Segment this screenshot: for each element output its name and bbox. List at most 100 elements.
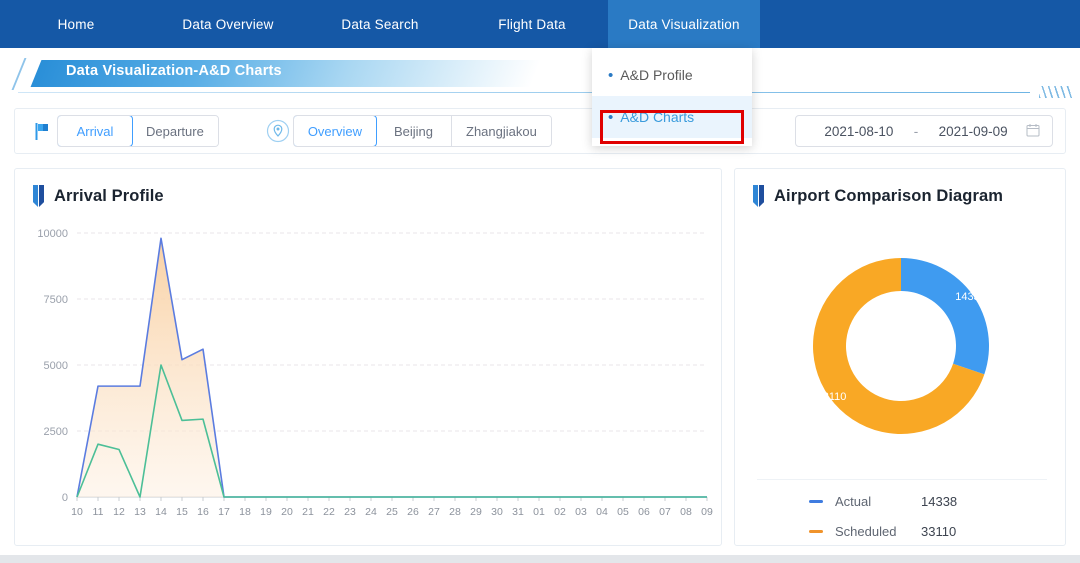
window-bottom-strip (0, 555, 1080, 563)
location-pin-icon (263, 119, 293, 143)
legend-row-scheduled: Scheduled 33110 (757, 516, 1047, 546)
nav-label: Data Search (341, 16, 419, 32)
svg-text:05: 05 (617, 506, 629, 518)
svg-text:17: 17 (218, 506, 230, 518)
dropdown-item-ad-profile[interactable]: • A&D Profile (592, 54, 752, 96)
svg-text:29: 29 (470, 506, 482, 518)
svg-text:22: 22 (323, 506, 335, 518)
segment-departure[interactable]: Departure (132, 116, 218, 146)
legend-label: Scheduled (835, 523, 897, 539)
airport-comparison-title: Airport Comparison Diagram (774, 186, 1004, 205)
svg-text:20: 20 (281, 506, 293, 518)
svg-text:07: 07 (659, 506, 671, 518)
dropdown-item-ad-charts[interactable]: • A&D Charts (592, 96, 752, 138)
svg-text:18: 18 (239, 506, 251, 518)
direction-segmented-control: Arrival Departure (57, 115, 219, 147)
top-navbar: Home Data Overview Data Search Flight Da… (0, 0, 1080, 48)
svg-text:23: 23 (344, 506, 356, 518)
svg-text:30: 30 (491, 506, 503, 518)
date-range-picker[interactable]: 2021-08-10 - 2021-09-09 (795, 115, 1053, 147)
svg-text:15: 15 (176, 506, 188, 518)
segment-label: Beijing (393, 123, 434, 139)
bookmark-icon (33, 185, 45, 207)
legend-swatch (809, 499, 823, 503)
svg-text:24: 24 (365, 506, 377, 518)
arrival-profile-title: Arrival Profile (54, 186, 164, 205)
svg-text:25: 25 (386, 506, 398, 518)
arrival-profile-panel: Arrival Profile 0 2500 5000 7500 10000 10 11 12… (14, 168, 722, 546)
svg-text:11: 11 (93, 506, 104, 518)
svg-text:13: 13 (134, 506, 146, 518)
svg-text:06: 06 (638, 506, 650, 518)
nav-label: Flight Data (498, 16, 566, 32)
svg-text:27: 27 (428, 506, 440, 518)
svg-text:01: 01 (533, 506, 545, 518)
legend-label: Actual (835, 493, 872, 509)
svg-text:5000: 5000 (44, 360, 68, 372)
nav-item-data-search[interactable]: Data Search (304, 0, 456, 48)
nav-label: Data Overview (182, 16, 274, 32)
calendar-icon[interactable] (1026, 123, 1040, 140)
dropdown-item-label: A&D Profile (620, 67, 693, 83)
svg-text:02: 02 (554, 506, 566, 518)
svg-text:33110: 33110 (817, 391, 847, 403)
segment-beijing[interactable]: Beijing (376, 116, 452, 146)
legend-value: 33110 (921, 523, 957, 539)
svg-text:28: 28 (449, 506, 461, 518)
airport-comparison-panel: Airport Comparison Diagram 14338 33110 Ac… (734, 168, 1066, 546)
svg-text:04: 04 (596, 506, 608, 518)
svg-text:16: 16 (197, 506, 209, 518)
svg-text:26: 26 (407, 506, 419, 518)
svg-text:10000: 10000 (37, 228, 68, 240)
page-title-bar: Data Visualization-A&D Charts (0, 48, 1080, 100)
svg-text:10: 10 (71, 506, 83, 518)
filter-toolbar: Arrival Departure Overview Beijing Zhang… (14, 108, 1066, 154)
page-title: Data Visualization-A&D Charts (66, 63, 282, 79)
title-ribbon: Data Visualization-A&D Charts (11, 58, 542, 90)
svg-text:31: 31 (512, 506, 524, 518)
airport-segmented-control: Overview Beijing Zhangjiakou (292, 115, 552, 147)
svg-text:03: 03 (575, 506, 587, 518)
legend-row-actual: Actual 14338 (757, 486, 1047, 516)
svg-text:09: 09 (701, 506, 713, 518)
arrival-profile-header: Arrival Profile (15, 169, 721, 207)
data-visualization-dropdown: • A&D Profile • A&D Charts (592, 48, 752, 146)
segment-zhangjiakou[interactable]: Zhangjiakou (452, 116, 551, 146)
svg-text:14338: 14338 (955, 291, 986, 303)
airport-comparison-header: Airport Comparison Diagram (735, 169, 1065, 207)
dropdown-item-label: A&D Charts (620, 109, 695, 125)
bullet-icon: • (608, 108, 614, 126)
svg-text:7500: 7500 (44, 294, 68, 306)
line-chart-svg: 0 2500 5000 7500 10000 10 11 12 13 14 15 16 17 18 19 20… (37, 228, 713, 518)
segment-label: Departure (146, 123, 204, 139)
date-range-separator: - (913, 123, 919, 139)
svg-text:12: 12 (113, 506, 125, 518)
nav-item-data-visualization[interactable]: Data Visualization (608, 0, 760, 48)
segment-label: Overview (307, 123, 362, 139)
bullet-icon: • (608, 66, 614, 84)
nav-item-flight-data[interactable]: Flight Data (456, 0, 608, 48)
nav-label: Data Visualization (628, 16, 740, 32)
svg-text:2500: 2500 (44, 426, 68, 438)
arrival-profile-chart: 0 2500 5000 7500 10000 10 11 12 13 14 15 16 17 18 19 20… (15, 215, 723, 545)
legend-swatch (809, 529, 823, 533)
svg-text:19: 19 (260, 506, 272, 518)
segment-label: Zhangjiakou (466, 123, 537, 139)
flag-icon (27, 122, 57, 140)
donut-legend: Actual 14338 Scheduled 33110 (757, 479, 1047, 546)
svg-text:21: 21 (302, 506, 314, 518)
legend-value: 14338 (921, 493, 958, 509)
donut-chart-svg: 14338 33110 (813, 258, 989, 434)
svg-text:0: 0 (62, 492, 68, 504)
nav-item-home[interactable]: Home (0, 0, 152, 48)
svg-text:14: 14 (155, 506, 167, 518)
title-underline (18, 92, 1030, 93)
segment-label: Arrival (76, 123, 114, 139)
donut-chart: 14338 33110 (735, 221, 1067, 481)
segment-arrival[interactable]: Arrival (57, 116, 133, 146)
segment-overview[interactable]: Overview (293, 116, 377, 146)
nav-item-data-overview[interactable]: Data Overview (152, 0, 304, 48)
hatch-decoration-icon (1039, 86, 1073, 98)
bookmark-icon (753, 185, 765, 207)
date-range-end: 2021-09-09 (938, 123, 1008, 139)
